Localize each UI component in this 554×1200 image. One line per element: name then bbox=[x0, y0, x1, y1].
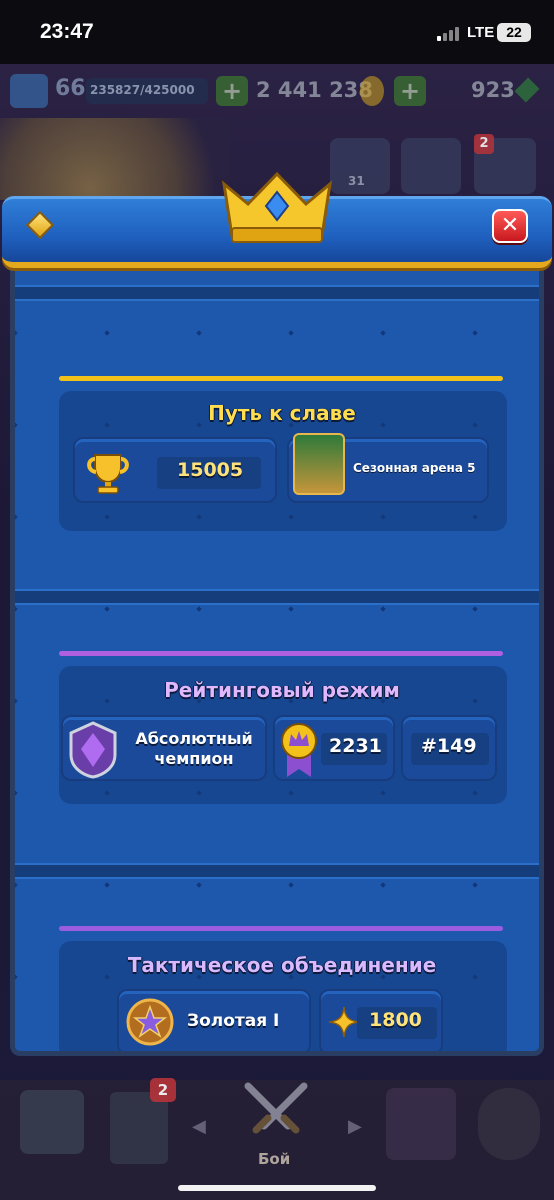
cards-badge: 2 bbox=[150, 1078, 176, 1102]
section-accent-line bbox=[59, 376, 503, 381]
trophy-icon bbox=[87, 454, 129, 494]
home-indicator bbox=[178, 1185, 376, 1191]
gold-league-icon bbox=[126, 998, 174, 1046]
gem-amount: 923 bbox=[471, 78, 515, 102]
close-button[interactable]: ✕ bbox=[492, 209, 528, 243]
gold-amount: 2 441 238 bbox=[256, 78, 373, 102]
status-bar: 23:47 LTE 22 bbox=[0, 0, 554, 64]
xp-text: 235827/425000 bbox=[90, 83, 195, 97]
rank-box: #149 bbox=[401, 715, 497, 781]
arena-name: Сезонная арена 5 bbox=[353, 461, 476, 475]
arena-icon bbox=[293, 433, 345, 495]
signal-icon bbox=[437, 27, 463, 41]
nav-left-arrow-icon: ◀ bbox=[192, 1116, 206, 1137]
ultimate-champion-icon bbox=[69, 721, 117, 779]
rating-value: 2231 bbox=[329, 735, 382, 757]
close-icon: ✕ bbox=[500, 213, 520, 238]
merge-points-box: 1800 bbox=[319, 989, 443, 1051]
arena-box[interactable]: Сезонная арена 5 bbox=[287, 433, 489, 503]
merge-league-box: Золотая I bbox=[117, 989, 311, 1051]
battery-icon: 22 bbox=[497, 23, 531, 42]
add-gems-button[interactable]: + bbox=[394, 76, 426, 106]
rank-value: #149 bbox=[421, 735, 477, 757]
profile-stats-modal: Путь к славе 15005 Сезонная арена 5 Рейт… bbox=[10, 236, 544, 1056]
battle-swords-icon[interactable] bbox=[238, 1082, 314, 1148]
banner-image[interactable] bbox=[0, 118, 230, 200]
section-accent-line bbox=[59, 651, 503, 656]
battle-label: Бой bbox=[258, 1150, 291, 1168]
nav-right-arrow-icon: ▶ bbox=[348, 1116, 362, 1137]
news-icon[interactable] bbox=[401, 138, 461, 194]
sparkle-icon bbox=[328, 1006, 360, 1038]
league-name: Абсолютный чемпион bbox=[135, 729, 253, 768]
rating-medal-icon bbox=[281, 723, 317, 777]
cards-icon[interactable] bbox=[110, 1092, 168, 1164]
network-label: LTE bbox=[467, 24, 495, 41]
trophies-value: 15005 bbox=[177, 459, 244, 481]
section-title-merge: Тактическое объединение bbox=[127, 953, 437, 977]
merge-league-name: Золотая I bbox=[187, 1011, 280, 1031]
divider bbox=[15, 589, 539, 605]
section-accent-line bbox=[59, 926, 503, 931]
merge-points-value: 1800 bbox=[369, 1009, 422, 1031]
status-time: 23:47 bbox=[40, 20, 94, 43]
crown-icon bbox=[221, 171, 333, 243]
shop-icon[interactable] bbox=[20, 1090, 84, 1154]
events-icon[interactable] bbox=[478, 1088, 540, 1160]
level-number: 66 bbox=[55, 76, 86, 101]
gold-coin-icon bbox=[360, 76, 384, 106]
friends-icon[interactable]: 31 bbox=[330, 138, 390, 194]
rating-box: 2231 bbox=[273, 715, 395, 781]
section-title-path: Путь к славе bbox=[208, 401, 356, 425]
league-box: Абсолютный чемпион bbox=[61, 715, 267, 781]
divider bbox=[15, 285, 539, 301]
trophies-box: 15005 bbox=[73, 437, 277, 503]
section-title-ranked: Рейтинговый режим bbox=[164, 678, 400, 702]
menu-badge: 2 bbox=[474, 134, 494, 154]
clan-icon[interactable] bbox=[386, 1088, 456, 1160]
level-badge-icon[interactable] bbox=[10, 74, 48, 108]
add-gold-button[interactable]: + bbox=[216, 76, 248, 106]
divider bbox=[15, 863, 539, 879]
